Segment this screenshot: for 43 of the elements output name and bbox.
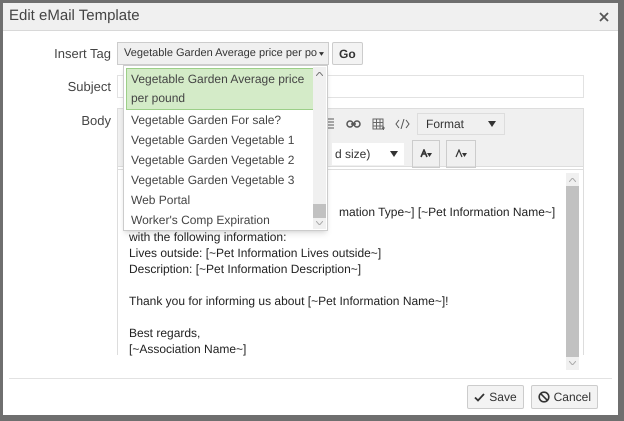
link-icon[interactable] (346, 120, 361, 128)
format-dropdown[interactable]: Format (417, 113, 505, 135)
body-text-line: with the following information: (129, 229, 286, 245)
field-label: Insert Tag (53, 44, 112, 63)
tag-select[interactable]: Vegetable Garden Average price per po (117, 42, 329, 65)
body-text-line: Best regards, (129, 325, 200, 341)
scroll-up-icon (569, 178, 576, 182)
close-icon[interactable] (599, 12, 609, 22)
dropdown-option[interactable]: Web Portal (126, 190, 314, 210)
go-button[interactable]: Go (332, 42, 363, 65)
cancel-button[interactable]: Cancel (530, 385, 598, 409)
checkmark-icon (474, 392, 486, 402)
body-text-line: [~Association Name~] (129, 341, 246, 357)
caret-icon (488, 121, 496, 127)
scroll-thumb[interactable] (313, 204, 326, 218)
dropdown-option[interactable]: Vegetable Garden For sale? (126, 110, 314, 130)
dropdown-option[interactable]: Vegetable Garden Average price per pound (126, 68, 314, 110)
table-icon[interactable] (372, 118, 385, 130)
code-icon[interactable] (395, 119, 410, 129)
scroll-down-icon (316, 221, 323, 225)
body-text-line: Lives outside: [~Pet Information Lives outside~] (129, 245, 382, 261)
dropdown-option[interactable]: Vegetable Garden Vegetable 3 (126, 170, 314, 190)
body-text-line: Description: [~Pet Information Description~] (129, 261, 362, 277)
save-button[interactable]: Save (467, 385, 524, 409)
caret-icon (319, 50, 324, 56)
dropdown-option[interactable]: Vegetable Garden Vegetable 2 (126, 150, 314, 170)
font-size-dropdown[interactable]: d size) (332, 143, 404, 165)
scrollbar[interactable] (313, 67, 326, 229)
text-color-button[interactable] (412, 140, 440, 168)
scroll-up-icon (316, 72, 323, 76)
field-label: Body (80, 112, 112, 130)
caret-icon (390, 151, 398, 157)
body-text-line: Thank you for informing us about [~Pet Information Name~]! (129, 293, 448, 309)
body-text-line: mation Type~] [~Pet Information Name~] (339, 204, 556, 220)
dropdown-option[interactable]: Vegetable Garden Vegetable 1 (126, 130, 314, 150)
highlight-icon (454, 149, 468, 159)
prohibited-icon (538, 391, 550, 403)
scroll-down-icon (569, 361, 576, 365)
field-label: Subject (66, 78, 112, 96)
background-color-button[interactable] (446, 140, 476, 168)
text-color-icon (419, 149, 433, 159)
dropdown-option[interactable]: Worker's Comp Expiration (126, 210, 314, 230)
dialog-title: Edit eMail Template (9, 6, 140, 26)
